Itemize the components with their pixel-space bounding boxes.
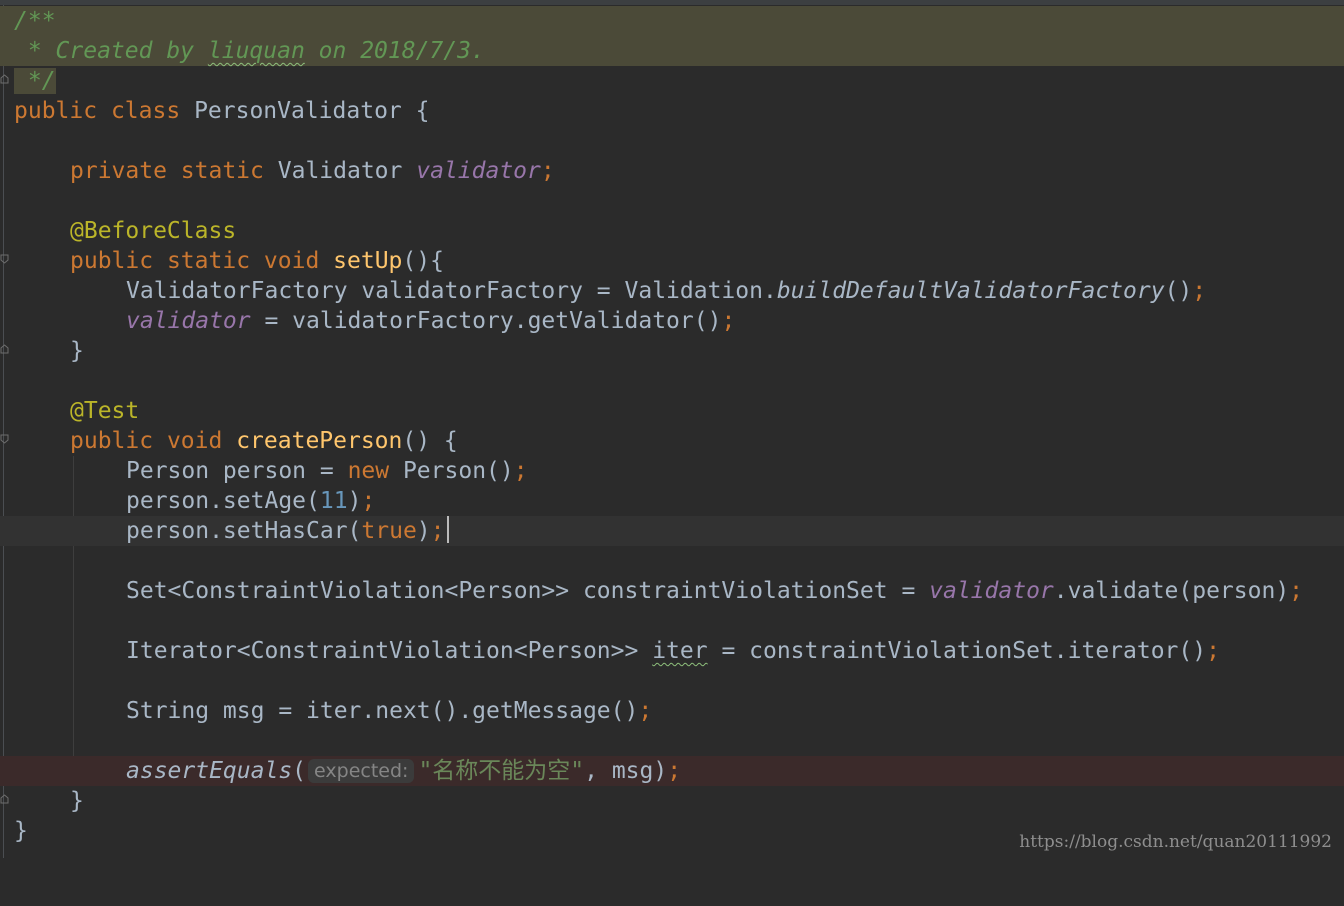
text-caret	[446, 516, 449, 543]
keyword: private	[70, 158, 167, 184]
annotation: @BeforeClass	[70, 218, 237, 244]
code-editor[interactable]: /** * Created by liuquan on 2018/7/3. */…	[0, 0, 1344, 858]
statement: = validatorFactory.getValidator()	[250, 308, 722, 334]
open-paren: (	[292, 758, 307, 784]
code-line[interactable]: validator = validatorFactory.getValidato…	[0, 306, 1344, 336]
keyword: public	[70, 248, 154, 274]
semicolon: ;	[1192, 278, 1207, 304]
code-line[interactable]: Set<ConstraintViolation<Person>> constra…	[0, 576, 1344, 606]
brace: }	[70, 338, 84, 364]
field-name: validator	[126, 308, 251, 334]
code-line[interactable]: @Test	[0, 396, 1344, 426]
string-literal: "名称不能为空"	[418, 758, 585, 784]
keyword: public	[14, 98, 98, 124]
statement: Person person =	[126, 458, 348, 484]
statement: person.setAge(	[126, 488, 320, 514]
field-name: validator	[416, 158, 541, 184]
statement: Set<ConstraintViolation<Person>> constra…	[126, 578, 930, 604]
code-line[interactable]: @BeforeClass	[0, 216, 1344, 246]
semicolon: ;	[1206, 638, 1220, 664]
code-line[interactable]: private static Validator validator;	[0, 156, 1344, 186]
doc-comment-text: * Created by	[14, 38, 208, 64]
statement: , msg)	[584, 758, 668, 784]
method-call: assertEquals	[126, 758, 293, 784]
params: () {	[402, 428, 458, 454]
parameter-hint: expected:	[308, 759, 415, 783]
code-line[interactable]: person.setAge(11);	[0, 486, 1344, 516]
code-line[interactable]: Person person = new Person();	[0, 456, 1344, 486]
statement: person.setHasCar(	[126, 518, 362, 544]
semicolon: ;	[638, 698, 653, 724]
keyword: void	[166, 428, 223, 454]
code-line[interactable]: /**	[0, 6, 1344, 36]
keyword: static	[180, 158, 264, 184]
doc-comment-close: */	[14, 68, 56, 94]
code-line[interactable]: Iterator<ConstraintViolation<Person>> it…	[0, 636, 1344, 666]
semicolon: ;	[513, 458, 528, 484]
brace: {	[401, 98, 430, 124]
code-line[interactable]: public static void setUp(){	[0, 246, 1344, 276]
semicolon: ;	[1289, 578, 1304, 604]
brace: }	[70, 788, 84, 814]
error-code-line[interactable]: assertEquals(expected: "名称不能为空", msg);	[0, 756, 1344, 786]
watermark: https://blog.csdn.net/quan20111992	[1019, 832, 1332, 852]
doc-comment-date: on 2018/7/3.	[304, 38, 485, 64]
keyword: void	[263, 248, 320, 274]
code-line[interactable]: }	[0, 336, 1344, 366]
code-line[interactable]: * Created by liuquan on 2018/7/3.	[0, 36, 1344, 66]
method-name: createPerson	[236, 428, 403, 454]
semicolon: ;	[540, 158, 555, 184]
semicolon: ;	[721, 308, 736, 334]
keyword: true	[361, 518, 417, 544]
code-line[interactable]: public void createPerson() {	[0, 426, 1344, 456]
statement: String msg = iter.next().getMessage()	[126, 698, 639, 724]
statement: .validate(person)	[1053, 578, 1290, 604]
keyword: class	[110, 98, 181, 124]
field-name: validator	[929, 578, 1054, 604]
brace: }	[14, 818, 28, 844]
code-line[interactable]: String msg = iter.next().getMessage();	[0, 696, 1344, 726]
doc-comment-author: liuquan	[207, 38, 305, 64]
code-line[interactable]: }	[0, 786, 1344, 816]
number-literal: 11	[319, 488, 348, 514]
statement: = constraintViolationSet.iterator()	[707, 638, 1207, 664]
statement: Iterator<ConstraintViolation<Person>>	[126, 638, 653, 664]
class-name: PersonValidator	[194, 98, 402, 124]
params: (){	[402, 248, 444, 274]
code-line[interactable]: */	[0, 66, 1344, 96]
annotation: @Test	[70, 398, 140, 424]
semicolon: ;	[430, 518, 445, 544]
statement: Person()	[389, 458, 514, 484]
code-line[interactable]: ValidatorFactory validatorFactory = Vali…	[0, 276, 1344, 306]
variable-name: iter	[652, 638, 708, 664]
keyword: public	[70, 428, 154, 454]
semicolon: ;	[361, 488, 376, 514]
method-name: setUp	[333, 248, 403, 274]
static-method: buildDefaultValidatorFactory	[776, 278, 1165, 304]
call-parens: ()	[1164, 278, 1193, 304]
close-paren: )	[347, 488, 362, 514]
semicolon: ;	[667, 758, 682, 784]
code-line[interactable]: public class PersonValidator {	[0, 96, 1344, 126]
keyword: new	[347, 458, 390, 484]
statement: ValidatorFactory validatorFactory = Vali…	[126, 278, 777, 304]
doc-comment-open: /**	[14, 8, 56, 34]
close-paren: )	[416, 518, 431, 544]
current-code-line[interactable]: person.setHasCar(true);	[0, 516, 1344, 546]
editor-top-border	[0, 0, 1344, 5]
keyword: static	[166, 248, 251, 274]
type-name: Validator	[277, 158, 403, 184]
